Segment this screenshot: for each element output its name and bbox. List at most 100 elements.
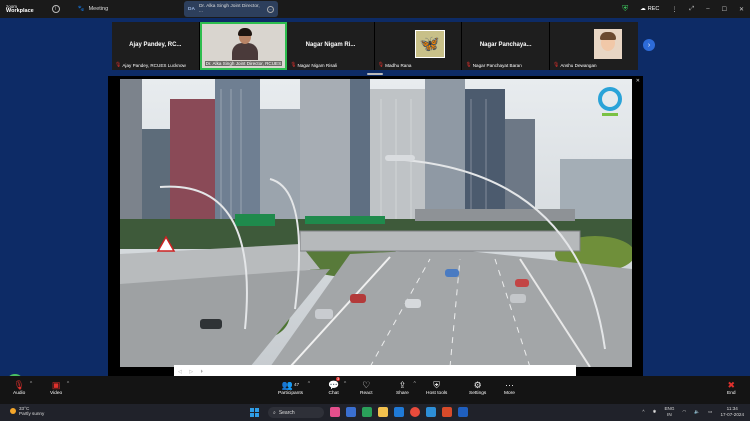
- windows-taskbar: 33°C Partly sunny ⌕ Search ^ ✱ ENG IN ◠ 🔈…: [0, 404, 750, 421]
- participant-label: 🎙 Nagar Panchayat Baran: [465, 62, 522, 68]
- zoom-logo: zoom Workplace: [6, 4, 34, 15]
- host-tools-button[interactable]: ⛨ Host tools: [426, 379, 447, 396]
- chevron-up-icon[interactable]: ^: [30, 381, 32, 387]
- chevron-up-icon[interactable]: ^: [413, 381, 415, 387]
- mic-off-icon: 🎙: [115, 62, 122, 68]
- participant-tile[interactable]: 🦋 🎙 Madhu Rana: [374, 22, 463, 70]
- sun-icon: [10, 408, 16, 414]
- chat-button[interactable]: 💬 3 Chat ^: [328, 377, 346, 396]
- language-indicator[interactable]: ENG IN: [664, 406, 674, 417]
- meeting-tab[interactable]: DA Dr. Alka Singh Joint Director, ... ··…: [184, 1, 278, 17]
- close-share-icon[interactable]: ✕: [636, 78, 640, 84]
- chrome-icon[interactable]: [410, 407, 420, 417]
- mic-off-icon: 🎙: [465, 62, 472, 68]
- end-icon: ✖: [727, 380, 736, 390]
- close-icon[interactable]: ✕: [739, 6, 744, 13]
- battery-icon[interactable]: ▭: [708, 409, 712, 415]
- participant-tile[interactable]: Ajay Pandey, RC... 🎙 Ajay Pandey, RCUES …: [112, 22, 200, 70]
- recording-indicator[interactable]: ☁ REC: [640, 6, 659, 12]
- edge-icon[interactable]: [426, 407, 436, 417]
- participants-button[interactable]: 👥 47 Participants ^: [278, 379, 310, 396]
- more-options-icon[interactable]: ⋮: [671, 6, 677, 13]
- more-label: More: [504, 391, 515, 396]
- share-button[interactable]: ⇪ Share ^: [396, 379, 416, 396]
- settings-label: Settings: [469, 391, 487, 396]
- city-highway-scene: [120, 79, 632, 367]
- audio-label: Audio: [13, 391, 26, 396]
- participants-icon: 👥 47: [281, 380, 300, 390]
- clock[interactable]: 11:34 17-07-2024: [721, 406, 745, 417]
- chevron-up-icon[interactable]: ^: [67, 381, 69, 387]
- participant-label: 🎙 Madhu Rana: [377, 62, 412, 68]
- audio-button[interactable]: 🎙 Audio ^: [13, 379, 32, 396]
- participant-name: Ajay Pandey, RC...: [129, 42, 182, 48]
- widget-app-icon[interactable]: [330, 407, 340, 417]
- share-label: Share: [396, 391, 409, 396]
- minimize-icon[interactable]: –: [706, 6, 709, 12]
- chevron-up-icon[interactable]: ^: [642, 409, 644, 414]
- chevron-up-icon[interactable]: ^: [308, 381, 310, 387]
- mic-muted-icon: 🎙: [13, 380, 25, 390]
- next-page-button[interactable]: ›: [643, 39, 655, 51]
- wifi-icon[interactable]: ◠: [682, 409, 686, 415]
- search-icon: ⌕: [273, 409, 276, 416]
- weather-desc: Partly sunny: [19, 411, 45, 416]
- windows-start-icon[interactable]: [250, 408, 259, 417]
- meeting-toolbar: 🎙 Audio ^ ▣ Video ^ 👥 47 Participants ^ 💬…: [0, 376, 750, 404]
- word-icon[interactable]: [458, 407, 468, 417]
- end-button[interactable]: ✖ End: [727, 379, 736, 396]
- volume-icon[interactable]: 🔈: [694, 409, 700, 415]
- video-button[interactable]: ▣ Video ^: [50, 379, 69, 396]
- participant-tile-active-speaker[interactable]: Dr. Alka Singh Joint Director, RCUES: [199, 22, 288, 70]
- weather-widget[interactable]: 33°C Partly sunny: [10, 406, 44, 416]
- app-icon[interactable]: [362, 407, 372, 417]
- cloud-icon: ☁: [640, 6, 646, 12]
- meeting-menu[interactable]: 🐾 Meeting: [78, 6, 108, 12]
- tab-initials: DA: [188, 6, 195, 12]
- mic-off-icon: 🎙: [377, 62, 385, 68]
- video-control-icons[interactable]: ◁ ▷ ⏵: [178, 369, 206, 375]
- meeting-area: Ajay Pandey, RC... 🎙 Ajay Pandey, RCUES …: [0, 18, 750, 392]
- powerpoint-icon[interactable]: [442, 407, 452, 417]
- mic-off-icon: 🎙: [290, 62, 297, 68]
- heart-icon: ♡: [362, 380, 371, 390]
- bluetooth-icon[interactable]: ✱: [653, 409, 657, 415]
- more-icon[interactable]: ···: [267, 5, 274, 13]
- video-label: Video: [50, 391, 63, 396]
- chevron-up-icon[interactable]: ^: [344, 381, 346, 387]
- tab-label: Dr. Alka Singh Joint Director, ...: [198, 4, 260, 14]
- participant-video: [230, 28, 260, 60]
- react-label: React: [360, 391, 373, 396]
- participant-label: 🎙 Anshu Dewangan: [552, 62, 597, 68]
- participant-label: 🎙 Nagar Nigam Risali: [290, 62, 338, 68]
- participant-name: Nagar Nigam Ri...: [305, 42, 356, 48]
- file-explorer-icon[interactable]: [378, 407, 388, 417]
- zoom-app-icon[interactable]: [394, 407, 404, 417]
- paw-icon: 🐾: [77, 6, 85, 12]
- task-view-icon[interactable]: [346, 407, 356, 417]
- taskbar-search[interactable]: ⌕ Search: [268, 407, 324, 418]
- rec-label: REC: [647, 6, 660, 12]
- gallery-resize-handle[interactable]: [367, 73, 383, 75]
- title-bar-controls: ⛨ ☁ REC ⋮ ⤢ – ☐ ✕: [622, 0, 744, 18]
- camera-off-icon: ▣: [51, 380, 61, 390]
- shared-screen-video: [120, 79, 632, 367]
- mic-off-icon: 🎙: [552, 62, 560, 68]
- fullscreen-icon[interactable]: ⤢: [689, 6, 694, 13]
- participant-tile[interactable]: Nagar Nigam Ri... 🎙 Nagar Nigam Risali: [287, 22, 375, 70]
- react-button[interactable]: ♡ React: [360, 379, 373, 396]
- title-bar: zoom Workplace i 🐾 Meeting DA Dr. Alka S…: [0, 0, 750, 18]
- settings-button[interactable]: ⚙ Settings: [469, 379, 486, 396]
- ellipsis-icon: ⋯: [504, 380, 514, 390]
- maximize-icon[interactable]: ☐: [722, 6, 727, 13]
- participant-name: Nagar Panchaya...: [479, 42, 532, 48]
- participants-label: Participants: [278, 391, 304, 396]
- chat-label: Chat: [328, 391, 339, 396]
- participant-tile[interactable]: 🎙 Anshu Dewangan: [549, 22, 638, 70]
- shield-icon[interactable]: ⛨: [622, 4, 628, 14]
- participant-tile[interactable]: Nagar Panchaya... 🎙 Nagar Panchayat Bara…: [462, 22, 550, 70]
- info-icon[interactable]: i: [51, 5, 60, 13]
- butterfly-avatar-icon: 🦋: [414, 30, 445, 58]
- more-button[interactable]: ⋯ More: [504, 379, 515, 396]
- chat-badge: 3: [336, 377, 341, 381]
